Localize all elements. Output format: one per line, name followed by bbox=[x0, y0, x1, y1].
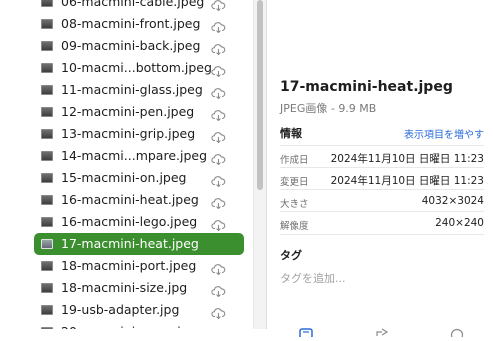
inspector-title: 17-macmini-heat.jpeg bbox=[280, 79, 453, 95]
image-file-icon bbox=[41, 195, 53, 205]
file-row[interactable]: 18-macmini-port.jpeg bbox=[0, 255, 258, 277]
tags-heading: タグ bbox=[280, 249, 302, 262]
dimensions-label: 大きさ bbox=[280, 199, 309, 210]
file-name: 11-macmini-glass.jpeg bbox=[61, 82, 203, 97]
image-file-icon bbox=[41, 129, 53, 139]
modified-row: 変更日 2024年11月10日 日曜日 11:23 bbox=[280, 167, 484, 190]
file-row[interactable]: 15-macmini-on.jpeg bbox=[0, 167, 258, 189]
file-name: 20-macmini-cover.jpeg bbox=[61, 324, 204, 329]
image-file-icon bbox=[41, 151, 53, 161]
file-name: 19-usb-adapter.jpg bbox=[61, 302, 180, 317]
file-name: 18-macmini-size.jpg bbox=[61, 280, 188, 295]
cloud-download-icon[interactable] bbox=[211, 0, 226, 12]
created-value: 2024年11月10日 日曜日 11:23 bbox=[330, 153, 484, 165]
cloud-download-icon[interactable] bbox=[211, 150, 226, 166]
info-heading: 情報 bbox=[280, 127, 302, 140]
more-actions-icon[interactable] bbox=[450, 322, 464, 341]
cloud-download-icon[interactable] bbox=[211, 194, 226, 210]
info-panel-icon[interactable] bbox=[299, 322, 313, 341]
created-label: 作成日 bbox=[280, 155, 309, 166]
file-row[interactable]: 08-macmini-front.jpeg bbox=[0, 13, 258, 35]
image-file-icon bbox=[41, 173, 53, 183]
inspector-pane: 17-macmini-heat.jpeg JPEG画像 - 9.9 MB 情報 … bbox=[267, 0, 493, 341]
file-row[interactable]: 13-macmini-grip.jpeg bbox=[0, 123, 258, 145]
file-row[interactable]: 18-macmini-size.jpg bbox=[0, 277, 258, 299]
image-file-icon bbox=[41, 217, 53, 227]
cloud-download-icon[interactable] bbox=[211, 40, 226, 56]
file-name: 16-macmini-lego.jpeg bbox=[61, 214, 198, 229]
modified-label: 変更日 bbox=[280, 177, 309, 188]
image-file-icon bbox=[41, 305, 53, 315]
file-row[interactable]: 12-macmini-pen.jpeg bbox=[0, 101, 258, 123]
file-row[interactable]: 09-macmini-back.jpeg bbox=[0, 35, 258, 57]
file-list: 06-macmini-cable.jpeg 08-macmini-front.jp… bbox=[0, 0, 258, 329]
file-row[interactable]: 14-macmi...mpare.jpeg bbox=[0, 145, 258, 167]
file-row[interactable]: 16-macmini-heat.jpeg bbox=[0, 189, 258, 211]
file-name: 12-macmini-pen.jpeg bbox=[61, 104, 195, 119]
file-name: 18-macmini-port.jpeg bbox=[61, 258, 197, 273]
cloud-download-icon[interactable] bbox=[211, 216, 226, 232]
file-row[interactable]: 06-macmini-cable.jpeg bbox=[0, 0, 258, 13]
modified-value: 2024年11月10日 日曜日 11:23 bbox=[330, 175, 484, 187]
cloud-download-icon[interactable] bbox=[211, 304, 226, 320]
file-name: 08-macmini-front.jpeg bbox=[61, 16, 201, 31]
scrollbar-thumb[interactable] bbox=[257, 0, 263, 190]
cloud-download-icon[interactable] bbox=[211, 260, 226, 276]
file-name: 14-macmi...mpare.jpeg bbox=[61, 148, 208, 163]
image-file-icon bbox=[41, 0, 53, 7]
inspector-toolbar bbox=[267, 318, 493, 341]
cloud-download-icon[interactable] bbox=[211, 18, 226, 34]
cloud-download-icon[interactable] bbox=[211, 84, 226, 100]
file-row[interactable]: 10-macmi...bottom.jpeg bbox=[0, 57, 258, 79]
file-name: 16-macmini-heat.jpeg bbox=[61, 192, 199, 207]
dimensions-row: 大きさ 4032×3024 bbox=[280, 189, 484, 212]
inspector-subtitle: JPEG画像 - 9.9 MB bbox=[280, 102, 377, 115]
file-row[interactable]: 20-macmini-cover.jpeg bbox=[0, 321, 258, 329]
image-file-icon bbox=[41, 261, 53, 271]
file-row[interactable]: 19-usb-adapter.jpg bbox=[0, 299, 258, 321]
cloud-download-icon[interactable] bbox=[211, 172, 226, 188]
image-file-icon bbox=[41, 239, 53, 249]
cloud-download-icon[interactable] bbox=[211, 62, 226, 78]
resolution-label: 解像度 bbox=[280, 221, 309, 232]
created-row: 作成日 2024年11月10日 日曜日 11:23 bbox=[280, 145, 484, 168]
file-row-selected[interactable]: 17-macmini-heat.jpeg bbox=[0, 233, 258, 255]
scrollbar[interactable] bbox=[253, 0, 267, 329]
image-file-icon bbox=[41, 107, 53, 117]
image-file-icon bbox=[41, 63, 53, 73]
file-name: 15-macmini-on.jpeg bbox=[61, 170, 187, 185]
image-file-icon bbox=[41, 85, 53, 95]
image-file-icon bbox=[41, 19, 53, 29]
file-row[interactable]: 16-macmini-lego.jpeg bbox=[0, 211, 258, 233]
cloud-download-icon[interactable] bbox=[211, 106, 226, 122]
dimensions-value: 4032×3024 bbox=[421, 195, 484, 207]
resolution-value: 240×240 bbox=[435, 217, 484, 229]
file-name: 09-macmini-back.jpeg bbox=[61, 38, 201, 53]
resolution-row: 解像度 240×240 bbox=[280, 211, 484, 235]
image-file-icon bbox=[41, 41, 53, 51]
cloud-download-icon[interactable] bbox=[211, 282, 226, 298]
file-name: 10-macmi...bottom.jpeg bbox=[61, 60, 212, 75]
show-more-link[interactable]: 表示項目を増やす bbox=[404, 126, 484, 141]
file-name: 13-macmini-grip.jpeg bbox=[61, 126, 196, 141]
cloud-download-icon[interactable] bbox=[211, 128, 226, 144]
file-row[interactable]: 11-macmini-glass.jpeg bbox=[0, 79, 258, 101]
image-file-icon bbox=[41, 283, 53, 293]
share-icon[interactable] bbox=[374, 322, 390, 341]
file-name: 17-macmini-heat.jpeg bbox=[61, 236, 199, 251]
file-list-pane: 06-macmini-cable.jpeg 08-macmini-front.jp… bbox=[0, 0, 258, 329]
file-name: 06-macmini-cable.jpeg bbox=[61, 0, 205, 9]
tags-input[interactable]: タグを追加... bbox=[280, 270, 346, 286]
